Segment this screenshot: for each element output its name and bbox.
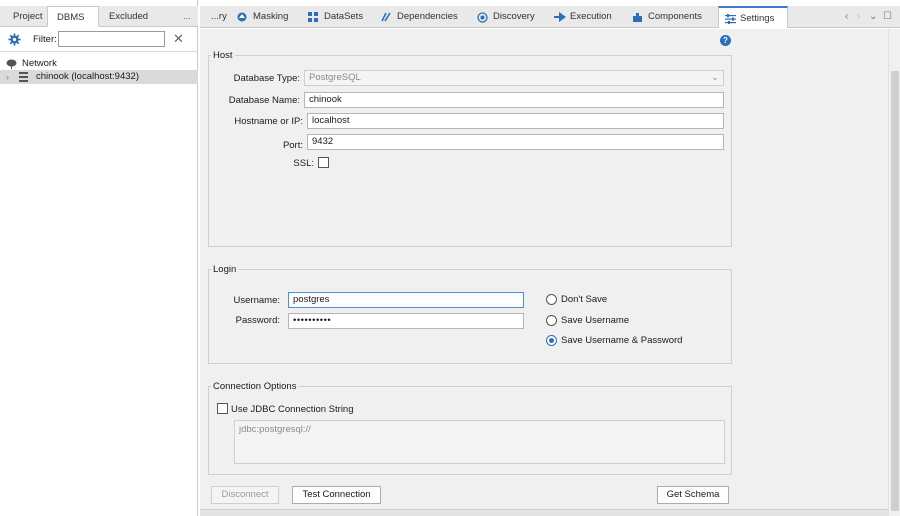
vertical-scrollbar[interactable] [888, 29, 900, 516]
scrollbar-thumb[interactable] [891, 71, 899, 511]
left-panel: Project DBMS Excluded ... Filter: ✕ Netw… [0, 0, 198, 516]
tab-history[interactable]: ...ry [211, 6, 227, 28]
hostname-label: Hostname or IP: [234, 116, 303, 127]
tab-label: Execution [570, 11, 612, 22]
clear-icon[interactable]: ✕ [173, 31, 184, 47]
settings-editor: ...ry Masking DataSets Dependencies Disc… [200, 0, 900, 516]
tab-execution[interactable]: Execution [554, 6, 632, 28]
tab-label: Dependencies [397, 11, 458, 22]
settings-content: ? Host Database Type: PostgreSQL ⌄ Datab… [200, 29, 888, 516]
settings-icon [725, 14, 736, 24]
filter-input[interactable] [58, 31, 165, 47]
tab-label: Discovery [493, 11, 535, 22]
filter-label: Filter: [33, 34, 57, 45]
username-label: Username: [233, 295, 280, 306]
scroll-tabs-left-icon[interactable]: ‹ [845, 6, 848, 28]
radio-save-username[interactable] [546, 315, 557, 326]
port-input[interactable]: 9432 [307, 134, 724, 150]
radio-dont-save-label[interactable]: Don't Save [561, 294, 607, 305]
discovery-icon [477, 12, 488, 23]
tab-label: Settings [740, 13, 775, 24]
filter-row: Filter: ✕ [0, 28, 198, 52]
username-input[interactable]: postgres [288, 292, 524, 308]
tree-item-label: Network [22, 58, 57, 69]
port-label: Port: [282, 140, 303, 151]
connection-options-title: Connection Options [211, 381, 299, 392]
password-label: Password: [235, 315, 280, 326]
tab-label: DataSets [324, 11, 364, 22]
password-input[interactable]: •••••••••• [288, 313, 524, 329]
tab-datasets[interactable]: DataSets [308, 6, 378, 28]
chevron-right-icon[interactable]: › [6, 70, 9, 84]
execution-icon [554, 12, 566, 22]
db-name-label: Database Name: [228, 95, 300, 106]
disconnect-button[interactable]: Disconnect [211, 486, 279, 504]
db-type-label: Database Type: [233, 73, 300, 84]
db-name-input[interactable]: chinook [304, 92, 724, 108]
tab-components[interactable]: Components [632, 6, 717, 28]
tab-dbms[interactable]: DBMS [47, 6, 99, 27]
left-tab-bar: Project DBMS Excluded ... [0, 6, 198, 27]
tab-project[interactable]: Project [13, 6, 43, 27]
tab-discovery[interactable]: Discovery [477, 6, 557, 28]
tab-excluded[interactable]: Excluded [109, 6, 148, 27]
gear-icon[interactable] [8, 33, 21, 46]
radio-dont-save[interactable] [546, 294, 557, 305]
chevron-down-icon[interactable]: ⌄ [869, 6, 877, 28]
tab-label: Components [648, 11, 702, 22]
maximize-icon[interactable]: ☐ [883, 6, 892, 28]
tree-item-network[interactable]: Network [0, 57, 198, 71]
host-group-title: Host [211, 50, 235, 61]
get-schema-button[interactable]: Get Schema [657, 486, 729, 504]
radio-save-username-password-label[interactable]: Save Username & Password [561, 335, 682, 346]
radio-save-username-password[interactable] [546, 335, 557, 346]
horizontal-scrollbar[interactable] [200, 509, 888, 516]
test-connection-button[interactable]: Test Connection [292, 486, 381, 504]
network-icon [6, 59, 17, 69]
database-icon [19, 72, 28, 82]
tab-masking[interactable]: Masking [237, 6, 307, 28]
tab-dependencies[interactable]: Dependencies [381, 6, 476, 28]
masking-icon [237, 12, 247, 22]
editor-tab-bar: ...ry Masking DataSets Dependencies Disc… [200, 6, 900, 28]
db-type-select[interactable]: PostgreSQL ⌄ [304, 70, 724, 86]
components-icon [633, 13, 642, 22]
datasets-icon [308, 12, 318, 22]
jdbc-checkbox[interactable] [217, 403, 228, 414]
tab-overflow[interactable]: ... [183, 6, 191, 27]
tab-settings[interactable]: Settings [718, 6, 788, 28]
tab-label: ...ry [211, 11, 227, 22]
tree-item-chinook[interactable]: › chinook (localhost:9432) [0, 70, 198, 84]
dependencies-icon [381, 12, 391, 22]
db-type-value: PostgreSQL [309, 72, 361, 83]
help-icon[interactable]: ? [720, 35, 731, 46]
login-group-title: Login [211, 264, 239, 275]
hostname-input[interactable]: localhost [307, 113, 724, 129]
scroll-tabs-right-icon[interactable]: › [857, 6, 860, 28]
ssl-checkbox[interactable] [318, 157, 329, 168]
radio-save-username-label[interactable]: Save Username [561, 315, 629, 326]
ssl-label: SSL: [293, 158, 314, 169]
tab-label: Masking [253, 11, 289, 22]
chevron-down-icon: ⌄ [711, 72, 719, 83]
tree-item-label: chinook (localhost:9432) [36, 71, 139, 82]
jdbc-checkbox-label[interactable]: Use JDBC Connection String [231, 404, 354, 415]
jdbc-connection-string[interactable]: jdbc:postgresql:// [234, 420, 725, 464]
